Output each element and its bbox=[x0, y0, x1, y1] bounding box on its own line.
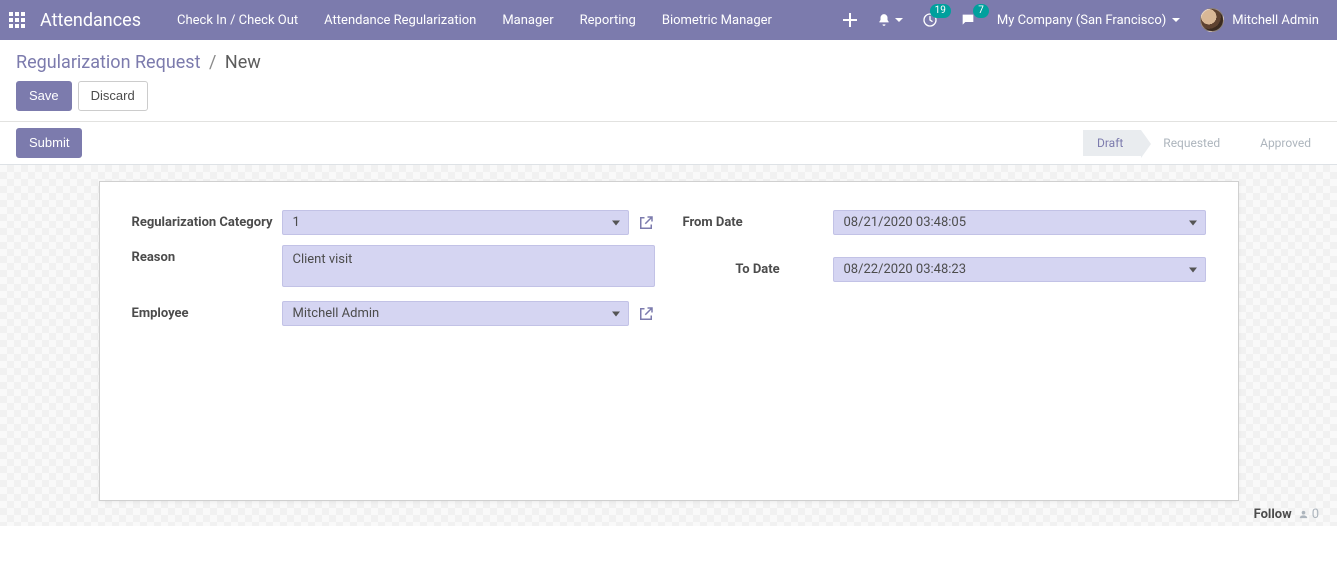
notifications-icon[interactable] bbox=[873, 0, 907, 40]
breadcrumb: Regularization Request / New bbox=[16, 52, 1321, 73]
caret-down-icon bbox=[612, 220, 620, 225]
caret-down-icon bbox=[1172, 18, 1180, 22]
follower-count-value: 0 bbox=[1312, 507, 1319, 522]
activity-badge: 19 bbox=[930, 4, 951, 18]
label-reason: Reason bbox=[132, 245, 282, 265]
company-switcher[interactable]: My Company (San Francisco) bbox=[991, 13, 1186, 28]
reason-textarea[interactable]: Client visit bbox=[282, 245, 655, 287]
person-icon bbox=[1298, 509, 1309, 520]
follow-bar: Follow 0 bbox=[0, 501, 1337, 522]
discard-button[interactable]: Discard bbox=[78, 81, 148, 111]
from-date-input[interactable]: 08/21/2020 03:48:05 bbox=[833, 210, 1206, 235]
breadcrumb-current: New bbox=[225, 52, 261, 73]
nav-menu: Check In / Check Out Attendance Regulari… bbox=[165, 3, 784, 38]
user-menu[interactable]: Mitchell Admin bbox=[1194, 8, 1325, 32]
activity-clock-icon[interactable]: 19 bbox=[915, 0, 945, 40]
nav-item-reporting[interactable]: Reporting bbox=[568, 3, 648, 38]
control-panel: Regularization Request / New Save Discar… bbox=[0, 40, 1337, 122]
status-bar: Submit Draft Requested Approved bbox=[0, 122, 1337, 165]
to-date-value: 08/22/2020 03:48:23 bbox=[844, 262, 967, 277]
label-employee: Employee bbox=[132, 301, 282, 321]
breadcrumb-parent[interactable]: Regularization Request bbox=[16, 52, 200, 73]
status-requested[interactable]: Requested bbox=[1141, 130, 1238, 156]
save-button[interactable]: Save bbox=[16, 81, 72, 111]
label-category: Regularization Category bbox=[132, 210, 282, 230]
to-date-input[interactable]: 08/22/2020 03:48:23 bbox=[833, 257, 1206, 282]
caret-down-icon bbox=[1189, 267, 1197, 272]
form-sheet: Regularization Category 1 Reason bbox=[99, 181, 1239, 501]
nav-right: 19 7 My Company (San Francisco) Mitchell… bbox=[835, 0, 1325, 40]
employee-select[interactable]: Mitchell Admin bbox=[282, 301, 629, 326]
category-select[interactable]: 1 bbox=[282, 210, 629, 235]
apps-menu-icon[interactable] bbox=[0, 0, 34, 40]
nav-item-regularization[interactable]: Attendance Regularization bbox=[312, 3, 488, 38]
nav-left: Attendances Check In / Check Out Attenda… bbox=[0, 0, 784, 40]
submit-button[interactable]: Submit bbox=[16, 128, 82, 158]
status-steps: Draft Requested Approved bbox=[1083, 130, 1321, 156]
discuss-icon[interactable]: 7 bbox=[953, 0, 983, 40]
breadcrumb-separator: / bbox=[209, 52, 216, 73]
form-left-column: Regularization Category 1 Reason bbox=[132, 210, 655, 336]
external-link-icon[interactable] bbox=[637, 214, 655, 232]
nav-item-biometric[interactable]: Biometric Manager bbox=[650, 3, 784, 38]
nav-item-checkin[interactable]: Check In / Check Out bbox=[165, 3, 310, 38]
form-right-column: From Date 08/21/2020 03:48:05 To Date 08… bbox=[683, 210, 1206, 336]
discuss-badge: 7 bbox=[973, 4, 989, 18]
label-from-date: From Date bbox=[683, 210, 833, 230]
external-link-icon[interactable] bbox=[637, 305, 655, 323]
follower-count[interactable]: 0 bbox=[1298, 507, 1319, 522]
status-approved[interactable]: Approved bbox=[1238, 130, 1321, 156]
user-name: Mitchell Admin bbox=[1232, 13, 1319, 28]
follow-button[interactable]: Follow bbox=[1254, 507, 1292, 522]
reason-value: Client visit bbox=[293, 252, 353, 267]
caret-down-icon bbox=[895, 18, 903, 22]
top-navbar: Attendances Check In / Check Out Attenda… bbox=[0, 0, 1337, 40]
nav-item-manager[interactable]: Manager bbox=[490, 3, 565, 38]
category-value: 1 bbox=[293, 215, 300, 230]
label-to-date: To Date bbox=[683, 257, 833, 277]
avatar bbox=[1200, 8, 1224, 32]
form-background: Regularization Category 1 Reason bbox=[0, 165, 1337, 526]
caret-down-icon bbox=[612, 311, 620, 316]
employee-value: Mitchell Admin bbox=[293, 306, 380, 321]
caret-down-icon bbox=[1189, 220, 1197, 225]
status-draft[interactable]: Draft bbox=[1083, 130, 1141, 156]
app-brand[interactable]: Attendances bbox=[40, 10, 141, 31]
company-name: My Company (San Francisco) bbox=[997, 13, 1166, 28]
plus-icon[interactable] bbox=[835, 0, 865, 40]
from-date-value: 08/21/2020 03:48:05 bbox=[844, 215, 967, 230]
